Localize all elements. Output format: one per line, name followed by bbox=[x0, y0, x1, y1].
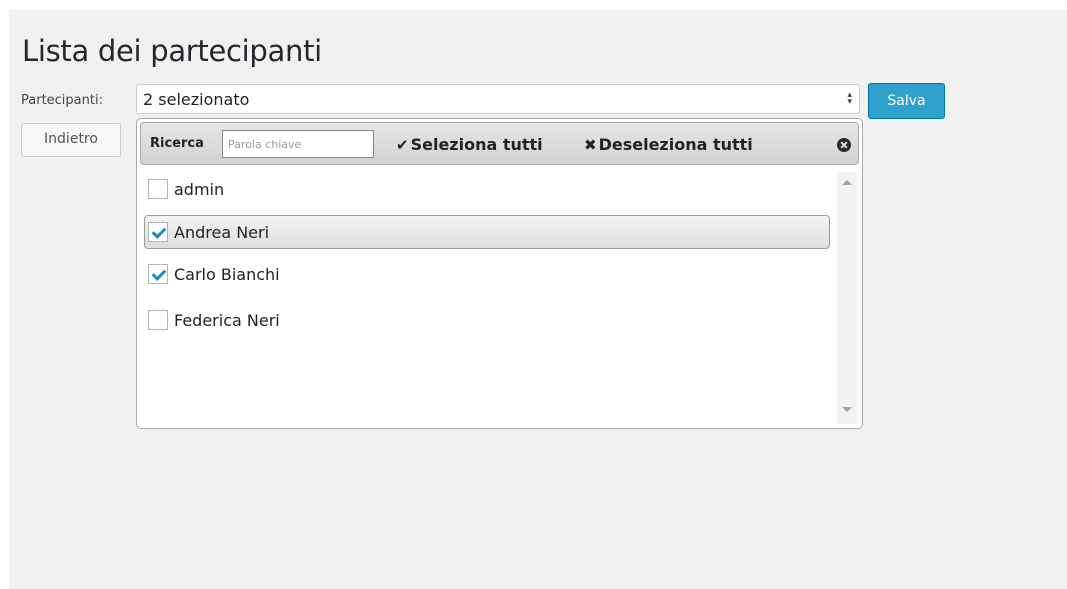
select-all-label: Seleziona tutti bbox=[410, 135, 543, 154]
select-arrows-icon: ▴ ▾ bbox=[847, 90, 852, 107]
save-button[interactable]: Salva bbox=[868, 83, 945, 119]
option-label: Carlo Bianchi bbox=[174, 265, 280, 284]
option-label: Federica Neri bbox=[174, 311, 280, 330]
back-button[interactable]: Indietro bbox=[21, 123, 121, 157]
check-icon: ✔ bbox=[396, 136, 409, 154]
close-icon[interactable] bbox=[837, 138, 851, 152]
options-list: admin Andrea Neri Carlo Bianchi Federica… bbox=[137, 169, 837, 427]
option-item[interactable]: admin bbox=[144, 172, 830, 206]
deselect-all-label: Deseleziona tutti bbox=[598, 135, 753, 154]
select-value: 2 selezionato bbox=[143, 90, 250, 109]
deselect-all-button[interactable]: ✖ Deseleziona tutti bbox=[584, 135, 753, 155]
scroll-down-icon[interactable] bbox=[842, 407, 852, 412]
participants-select[interactable]: 2 selezionato ▴ ▾ bbox=[136, 84, 860, 114]
option-label: admin bbox=[174, 180, 225, 199]
participants-label: Partecipanti: bbox=[21, 93, 103, 108]
dropdown-header: Ricerca ✔Seleziona tutti ✖Deseleziona tu… bbox=[140, 122, 859, 165]
select-all-button[interactable]: ✔ Seleziona tutti bbox=[396, 135, 543, 155]
option-label: Andrea Neri bbox=[174, 223, 270, 242]
search-label: Ricerca bbox=[150, 136, 204, 151]
x-icon: ✖ bbox=[584, 136, 597, 154]
checkbox-checked[interactable] bbox=[148, 264, 168, 284]
scroll-up-icon[interactable] bbox=[842, 180, 852, 185]
participants-dropdown: Ricerca ✔Seleziona tutti ✖Deseleziona tu… bbox=[136, 118, 863, 429]
option-item[interactable]: Federica Neri bbox=[144, 303, 830, 337]
scrollbar[interactable] bbox=[837, 172, 857, 424]
search-input[interactable] bbox=[222, 130, 374, 158]
option-item[interactable]: Andrea Neri bbox=[144, 215, 830, 249]
checkbox[interactable] bbox=[148, 179, 168, 199]
checkbox[interactable] bbox=[148, 310, 168, 330]
page-title: Lista dei partecipanti bbox=[22, 34, 322, 68]
checkbox-checked[interactable] bbox=[148, 222, 168, 242]
option-item[interactable]: Carlo Bianchi bbox=[144, 257, 830, 291]
